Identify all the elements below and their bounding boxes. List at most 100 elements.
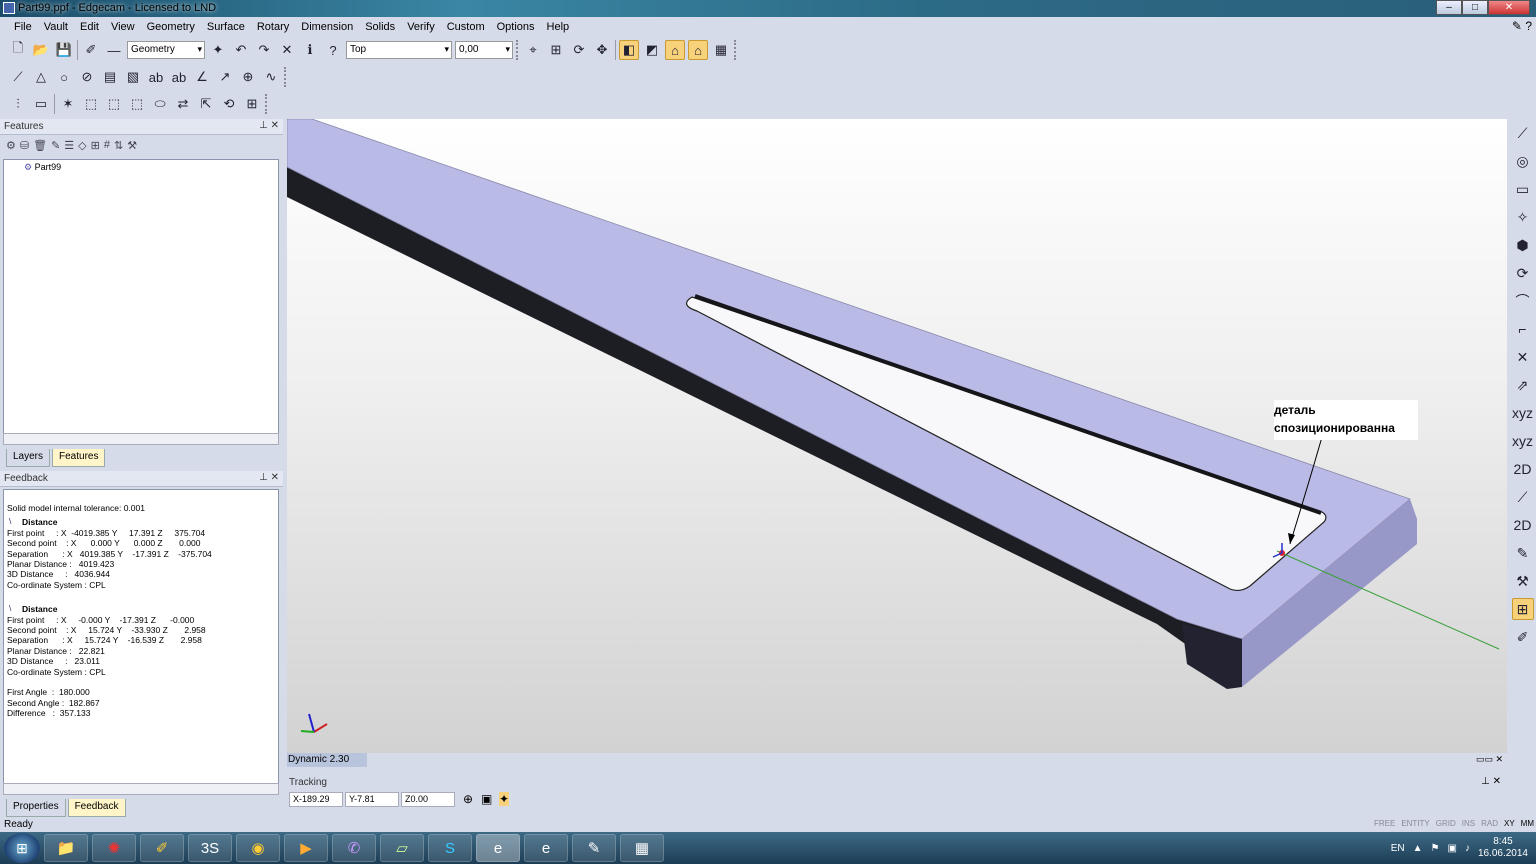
panel-pin-close-icon[interactable]: ⊥ ✕ <box>1481 776 1501 787</box>
rotate-tool-icon[interactable]: ⟳ <box>1512 262 1534 284</box>
snap-tool-icon[interactable]: ✎ <box>1512 542 1534 564</box>
panel-pin-close-icon[interactable]: ⊥ ✕ <box>259 472 279 483</box>
line-icon[interactable]: ⟋ <box>8 67 28 87</box>
text-box-icon[interactable]: ▤ <box>100 67 120 87</box>
help-question-icon[interactable]: ? <box>1525 19 1532 33</box>
circle-diameter-icon[interactable]: ⊘ <box>77 67 97 87</box>
tree-scrollbar[interactable] <box>3 433 279 445</box>
hatch-icon[interactable]: ▧ <box>123 67 143 87</box>
feature-edit-icon[interactable]: ✎ <box>51 139 60 152</box>
xyz-tool-icon[interactable]: xyz <box>1512 402 1534 424</box>
volume-icon[interactable]: ♪ <box>1465 843 1470 854</box>
grid-icon[interactable]: ▦ <box>711 40 731 60</box>
line-tool-icon[interactable]: ⟋ <box>1512 122 1534 144</box>
iso-view-icon[interactable]: ◧ <box>619 40 639 60</box>
text-abc-alt-icon[interactable]: ab <box>169 67 189 87</box>
toolbar-grip[interactable] <box>516 40 520 60</box>
new-file-icon[interactable]: 🗋 <box>8 40 28 60</box>
menu-edit[interactable]: Edit <box>80 21 99 33</box>
snap-toggle-icon[interactable]: ✦ <box>499 792 510 806</box>
wrench-tool-icon[interactable]: ⚒ <box>1512 570 1534 592</box>
text-abc-icon[interactable]: ab <box>146 67 166 87</box>
edit-pencil-icon[interactable]: ✎ <box>1512 19 1522 33</box>
2d-tool-icon[interactable]: 2D <box>1512 458 1534 480</box>
move-icon[interactable]: ⇱ <box>196 94 216 114</box>
toolbar-grip[interactable] <box>284 67 288 87</box>
tray-arrow-icon[interactable]: ▲ <box>1413 843 1423 854</box>
menu-vault[interactable]: Vault <box>44 21 68 33</box>
toolbar-grip[interactable] <box>265 94 269 114</box>
erase-icon[interactable]: ✦ <box>208 40 228 60</box>
edit-tool-icon[interactable]: ✐ <box>1512 626 1534 648</box>
feature-diamond-icon[interactable]: ◇ <box>78 139 86 152</box>
tab-properties[interactable]: Properties <box>6 799 66 817</box>
menu-custom[interactable]: Custom <box>447 21 485 33</box>
regenerate-icon[interactable]: ⟲ <box>219 94 239 114</box>
globe-icon[interactable]: ⊕ <box>463 792 473 806</box>
2d-measure-tool-icon[interactable]: 2D <box>1512 514 1534 536</box>
xyz-offset-tool-icon[interactable]: xyz <box>1512 430 1534 452</box>
3ds-taskbar-icon[interactable]: 3S <box>188 834 232 862</box>
close-button[interactable]: ✕ <box>1488 0 1530 15</box>
chart-feature-icon[interactable]: ⫶ <box>8 94 28 114</box>
tab-features[interactable]: Features <box>52 449 106 467</box>
panel-pin-close-icon[interactable]: ⊥ ✕ <box>259 120 279 131</box>
feature-settings-icon[interactable]: ⚒ <box>127 139 137 152</box>
undo-icon[interactable]: ↶ <box>231 40 251 60</box>
feature-star-icon[interactable]: ✶ <box>58 94 78 114</box>
menu-rotary[interactable]: Rotary <box>257 21 289 33</box>
viewport-window-controls[interactable]: ▭▭ ✕ <box>1476 754 1503 765</box>
value-combo[interactable]: 0,00 <box>455 41 513 59</box>
cpl-align-icon[interactable]: ⊞ <box>546 40 566 60</box>
circle-icon[interactable]: ○ <box>54 67 74 87</box>
menu-dimension[interactable]: Dimension <box>301 21 353 33</box>
view-combo[interactable]: Top <box>346 41 452 59</box>
feature-find-icon[interactable]: ⚙ <box>6 139 16 152</box>
transform-icon[interactable]: ⇄ <box>173 94 193 114</box>
edgecam-taskbar-icon-2[interactable]: e <box>524 834 568 862</box>
rectangle-tool-icon[interactable]: ▭ <box>1512 178 1534 200</box>
media-player-taskbar-icon[interactable]: ▶ <box>284 834 328 862</box>
pattern-icon[interactable]: ⊞ <box>242 94 262 114</box>
tab-feedback[interactable]: Feedback <box>67 799 126 817</box>
menu-surface[interactable]: Surface <box>207 21 245 33</box>
flag-icon[interactable]: ⚑ <box>1431 843 1440 854</box>
query-icon[interactable]: ? <box>323 40 343 60</box>
minimize-button[interactable]: – <box>1436 0 1462 15</box>
language-indicator[interactable]: EN <box>1391 843 1405 854</box>
feature-tree-icon[interactable]: ⊞ <box>91 139 100 152</box>
line-style-icon[interactable]: — <box>104 40 124 60</box>
extend-tool-icon[interactable]: ⇗ <box>1512 374 1534 396</box>
solid-box-icon[interactable]: ▭ <box>31 94 51 114</box>
fillet-tool-icon[interactable]: ⌒ <box>1512 290 1534 312</box>
feature-filter-icon[interactable]: ⛁ <box>20 139 29 152</box>
tracking-z-field[interactable]: Z0.00 <box>401 792 455 807</box>
menu-view[interactable]: View <box>111 21 135 33</box>
start-button[interactable]: ⊞ <box>4 833 40 863</box>
pro-app-taskbar-icon[interactable]: ✐ <box>140 834 184 862</box>
hidden-line-icon[interactable]: ⌂ <box>665 40 685 60</box>
rotate-view-icon[interactable]: ⟳ <box>569 40 589 60</box>
point-tool-icon[interactable]: ✧ <box>1512 206 1534 228</box>
redo-icon[interactable]: ↷ <box>254 40 274 60</box>
notes-taskbar-icon[interactable]: ▱ <box>380 834 424 862</box>
feature-delete-icon[interactable]: 🗑 <box>33 139 47 152</box>
angle-dimension-icon[interactable]: ∠ <box>192 67 212 87</box>
explorer-taskbar-icon[interactable]: 📁 <box>44 834 88 862</box>
feature-hash-icon[interactable]: # <box>104 139 110 151</box>
pan-view-icon[interactable]: ✥ <box>592 40 612 60</box>
color-pen-icon[interactable]: ✐ <box>81 40 101 60</box>
menu-verify[interactable]: Verify <box>407 21 435 33</box>
shell-icon[interactable]: ⬭ <box>150 94 170 114</box>
info-icon[interactable]: ℹ <box>300 40 320 60</box>
app-red-taskbar-icon[interactable]: ✺ <box>92 834 136 862</box>
cpl-icon[interactable]: ⌖ <box>523 40 543 60</box>
cpl-toggle-icon[interactable]: ▣ <box>481 792 492 806</box>
menu-geometry[interactable]: Geometry <box>147 21 195 33</box>
point-info-icon[interactable]: ⊕ <box>238 67 258 87</box>
solid-tool-icon[interactable]: ⬢ <box>1512 234 1534 256</box>
feedback-scrollbar[interactable] <box>3 783 279 795</box>
measure-tool-icon[interactable]: ⟋ <box>1512 486 1534 508</box>
menu-options[interactable]: Options <box>497 21 535 33</box>
arc-tool-icon[interactable]: ◎ <box>1512 150 1534 172</box>
